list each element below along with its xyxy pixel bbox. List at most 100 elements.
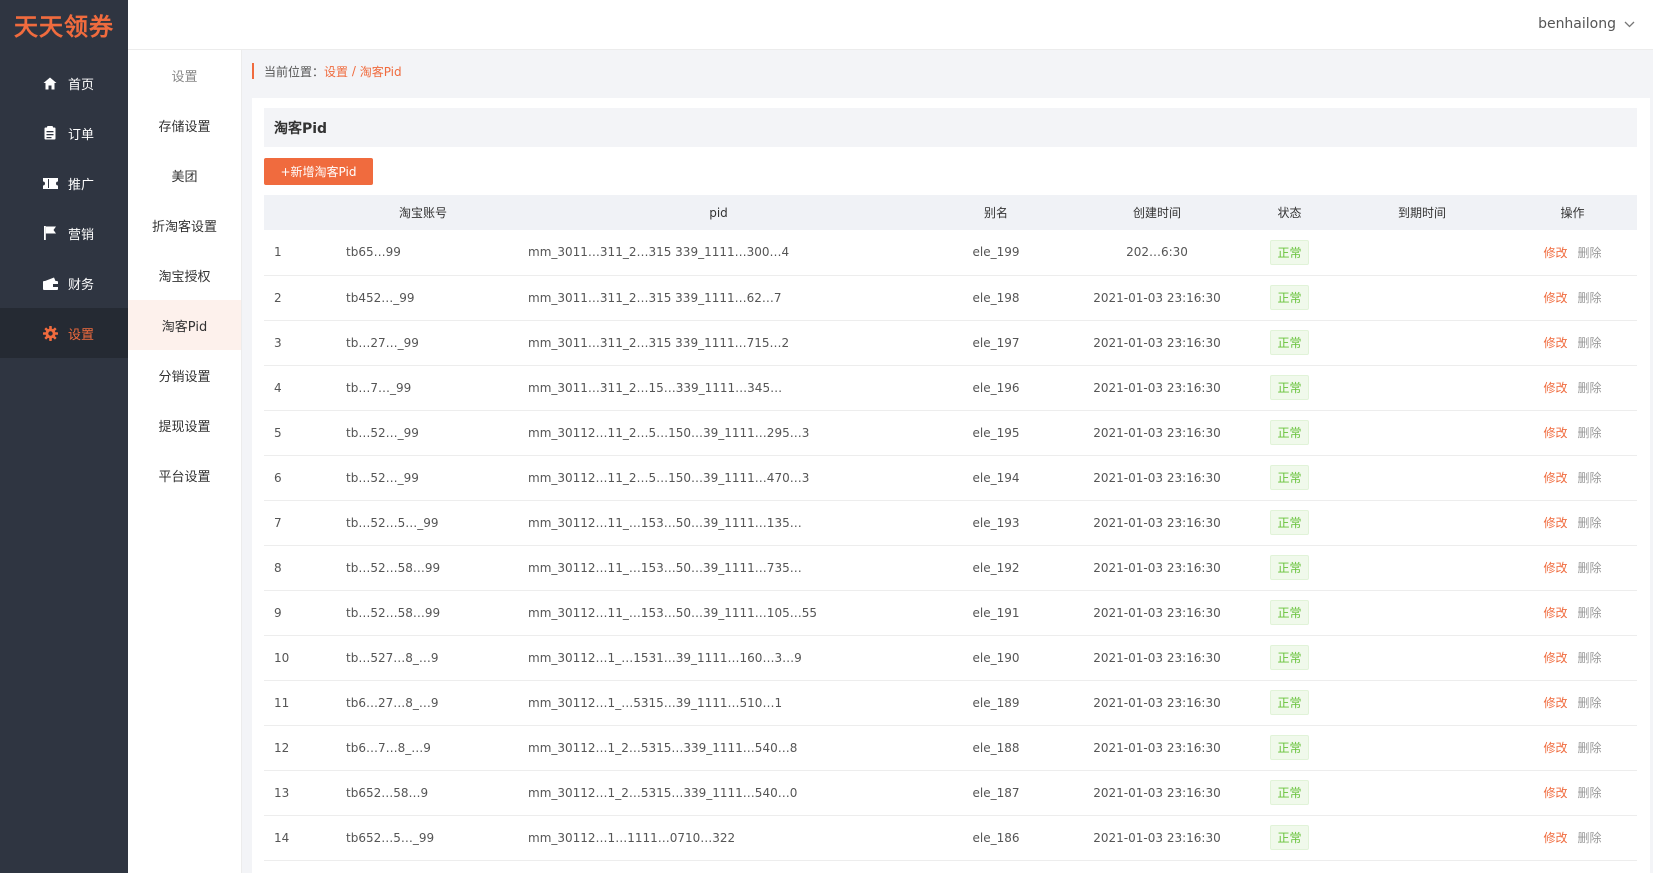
submenu-item[interactable]: 淘客Pid — [128, 300, 241, 350]
actions-cell: 修改 删除 — [1508, 770, 1637, 816]
delete-link[interactable]: 删除 — [1578, 379, 1602, 396]
delete-link[interactable]: 删除 — [1578, 244, 1602, 261]
alias: ele_193 — [921, 500, 1071, 546]
expire-time — [1336, 365, 1508, 411]
expire-time — [1336, 590, 1508, 636]
app-logo[interactable]: 天天领券 — [0, 0, 128, 48]
alias: ele_188 — [921, 725, 1071, 771]
pid-value: mm_3011…311_2…15…339_1111…345… — [516, 365, 921, 411]
submenu-item[interactable]: 淘宝授权 — [128, 250, 241, 300]
edit-link[interactable]: 修改 — [1543, 424, 1567, 441]
edit-link[interactable]: 修改 — [1543, 694, 1567, 711]
actions-cell: 修改 删除 — [1508, 365, 1637, 411]
expire-time — [1336, 725, 1508, 771]
status-badge: 正常 — [1270, 645, 1309, 670]
edit-link[interactable]: 修改 — [1543, 559, 1567, 576]
submenu-item[interactable]: 提现设置 — [128, 400, 241, 450]
table-row: 6 tb…52…_99 mm_30112…11_2…5…150…39_1111…47… — [264, 455, 1637, 501]
delete-link[interactable]: 删除 — [1578, 694, 1602, 711]
delete-link[interactable]: 删除 — [1578, 424, 1602, 441]
table-header: 淘宝账号 pid 别名 创建时间 状态 到期时间 操作 — [264, 195, 1637, 230]
expire-time — [1336, 680, 1508, 726]
delete-link[interactable]: 删除 — [1578, 334, 1602, 351]
edit-link[interactable]: 修改 — [1543, 784, 1567, 801]
submenu-item[interactable]: 美团 — [128, 150, 241, 200]
edit-link[interactable]: 修改 — [1543, 379, 1567, 396]
status-badge: 正常 — [1270, 510, 1309, 535]
status-cell: 正常 — [1243, 680, 1336, 726]
sidebar-item-label: 首页 — [68, 77, 95, 93]
sidebar-item-ticket[interactable]: 推广 — [0, 158, 128, 208]
delete-link[interactable]: 删除 — [1578, 514, 1602, 531]
submenu-item[interactable]: 分销设置 — [128, 350, 241, 400]
table-row: 1 tb65…99 mm_3011…311_2…315 339_1111…300…4… — [264, 230, 1637, 276]
breadcrumb-link-settings[interactable]: 设置 — [324, 63, 348, 80]
top-bar: benhailong — [128, 0, 1653, 50]
edit-link[interactable]: 修改 — [1543, 289, 1567, 306]
alias: ele_190 — [921, 635, 1071, 681]
pid-value: mm_30112…1…1111…0710…322 — [516, 815, 921, 861]
taobao-account: tb…52…58…99 — [330, 590, 516, 636]
taobao-account: tb…52…_99 — [330, 410, 516, 456]
edit-link[interactable]: 修改 — [1543, 244, 1567, 261]
add-pid-button[interactable]: +新增淘客Pid — [264, 158, 373, 185]
expire-time — [1336, 815, 1508, 861]
sidebar-item-flag[interactable]: 营销 — [0, 208, 128, 258]
pid-value: mm_3011…311_2…315 339_1111…300…4 — [516, 230, 921, 276]
username: benhailong — [1538, 16, 1616, 32]
edit-link[interactable]: 修改 — [1543, 604, 1567, 621]
alias: ele_199 — [921, 230, 1071, 276]
edit-link[interactable]: 修改 — [1543, 334, 1567, 351]
wallet-icon — [42, 275, 58, 291]
alias: ele_194 — [921, 455, 1071, 501]
created-time: 2021-01-03 23:16:30 — [1071, 365, 1243, 411]
taobao-account: tb…27…_99 — [330, 320, 516, 366]
edit-link[interactable]: 修改 — [1543, 739, 1567, 756]
created-time: 202…6:30 — [1071, 230, 1243, 276]
delete-link[interactable]: 删除 — [1578, 559, 1602, 576]
actions-cell: 修改 删除 — [1508, 455, 1637, 501]
status-badge: 正常 — [1270, 735, 1309, 760]
pid-value: mm_30112…11_2…5…150…39_1111…470…3 — [516, 455, 921, 501]
pid-value: mm_3011…311_2…315 339_1111…715…2 — [516, 320, 921, 366]
expire-time — [1336, 410, 1508, 456]
sidebar-item-clipboard[interactable]: 订单 — [0, 108, 128, 158]
edit-link[interactable]: 修改 — [1543, 829, 1567, 846]
created-time: 2021-01-03 23:16:30 — [1071, 770, 1243, 816]
clipboard-icon — [42, 125, 58, 141]
submenu-item[interactable]: 存储设置 — [128, 100, 241, 150]
delete-link[interactable]: 删除 — [1578, 829, 1602, 846]
edit-link[interactable]: 修改 — [1543, 469, 1567, 486]
submenu-item[interactable]: 折淘客设置 — [128, 200, 241, 250]
alias: ele_191 — [921, 590, 1071, 636]
table-row: 11 tb6…27…8_…9 mm_30112…1_…5315…39_1111…51… — [264, 680, 1637, 726]
submenu-item[interactable]: 平台设置 — [128, 450, 241, 500]
delete-link[interactable]: 删除 — [1578, 649, 1602, 666]
row-number: 14 — [264, 815, 330, 861]
sidebar-item-wallet[interactable]: 财务 — [0, 258, 128, 308]
settings-submenu: 设置 存储设置 美团 折淘客设置 淘宝授权 淘客Pid 分销设置 提现设置 平台设置 — [128, 50, 242, 873]
status-cell: 正常 — [1243, 320, 1336, 366]
edit-link[interactable]: 修改 — [1543, 514, 1567, 531]
delete-link[interactable]: 删除 — [1578, 289, 1602, 306]
status-cell: 正常 — [1243, 770, 1336, 816]
created-time: 2021-01-03 23:16:30 — [1071, 680, 1243, 726]
status-badge: 正常 — [1270, 375, 1309, 400]
pid-value: mm_30112…11_…153…50…39_1111…735… — [516, 545, 921, 591]
sidebar-item-label: 财务 — [68, 277, 95, 293]
delete-link[interactable]: 删除 — [1578, 469, 1602, 486]
sidebar-item-home[interactable]: 首页 — [0, 58, 128, 108]
edit-link[interactable]: 修改 — [1543, 649, 1567, 666]
status-cell: 正常 — [1243, 545, 1336, 591]
alias: ele_196 — [921, 365, 1071, 411]
taobao-account: tb…527…8_…9 — [330, 635, 516, 681]
sidebar-item-label: 推广 — [68, 177, 95, 193]
actions-cell: 修改 删除 — [1508, 725, 1637, 771]
delete-link[interactable]: 删除 — [1578, 604, 1602, 621]
sidebar-item-gear[interactable]: 设置 — [0, 308, 128, 358]
delete-link[interactable]: 删除 — [1578, 739, 1602, 756]
breadcrumb-prefix: 当前位置： — [264, 64, 325, 79]
column-header — [264, 195, 330, 230]
user-menu[interactable]: benhailong — [1538, 16, 1635, 32]
delete-link[interactable]: 删除 — [1578, 784, 1602, 801]
